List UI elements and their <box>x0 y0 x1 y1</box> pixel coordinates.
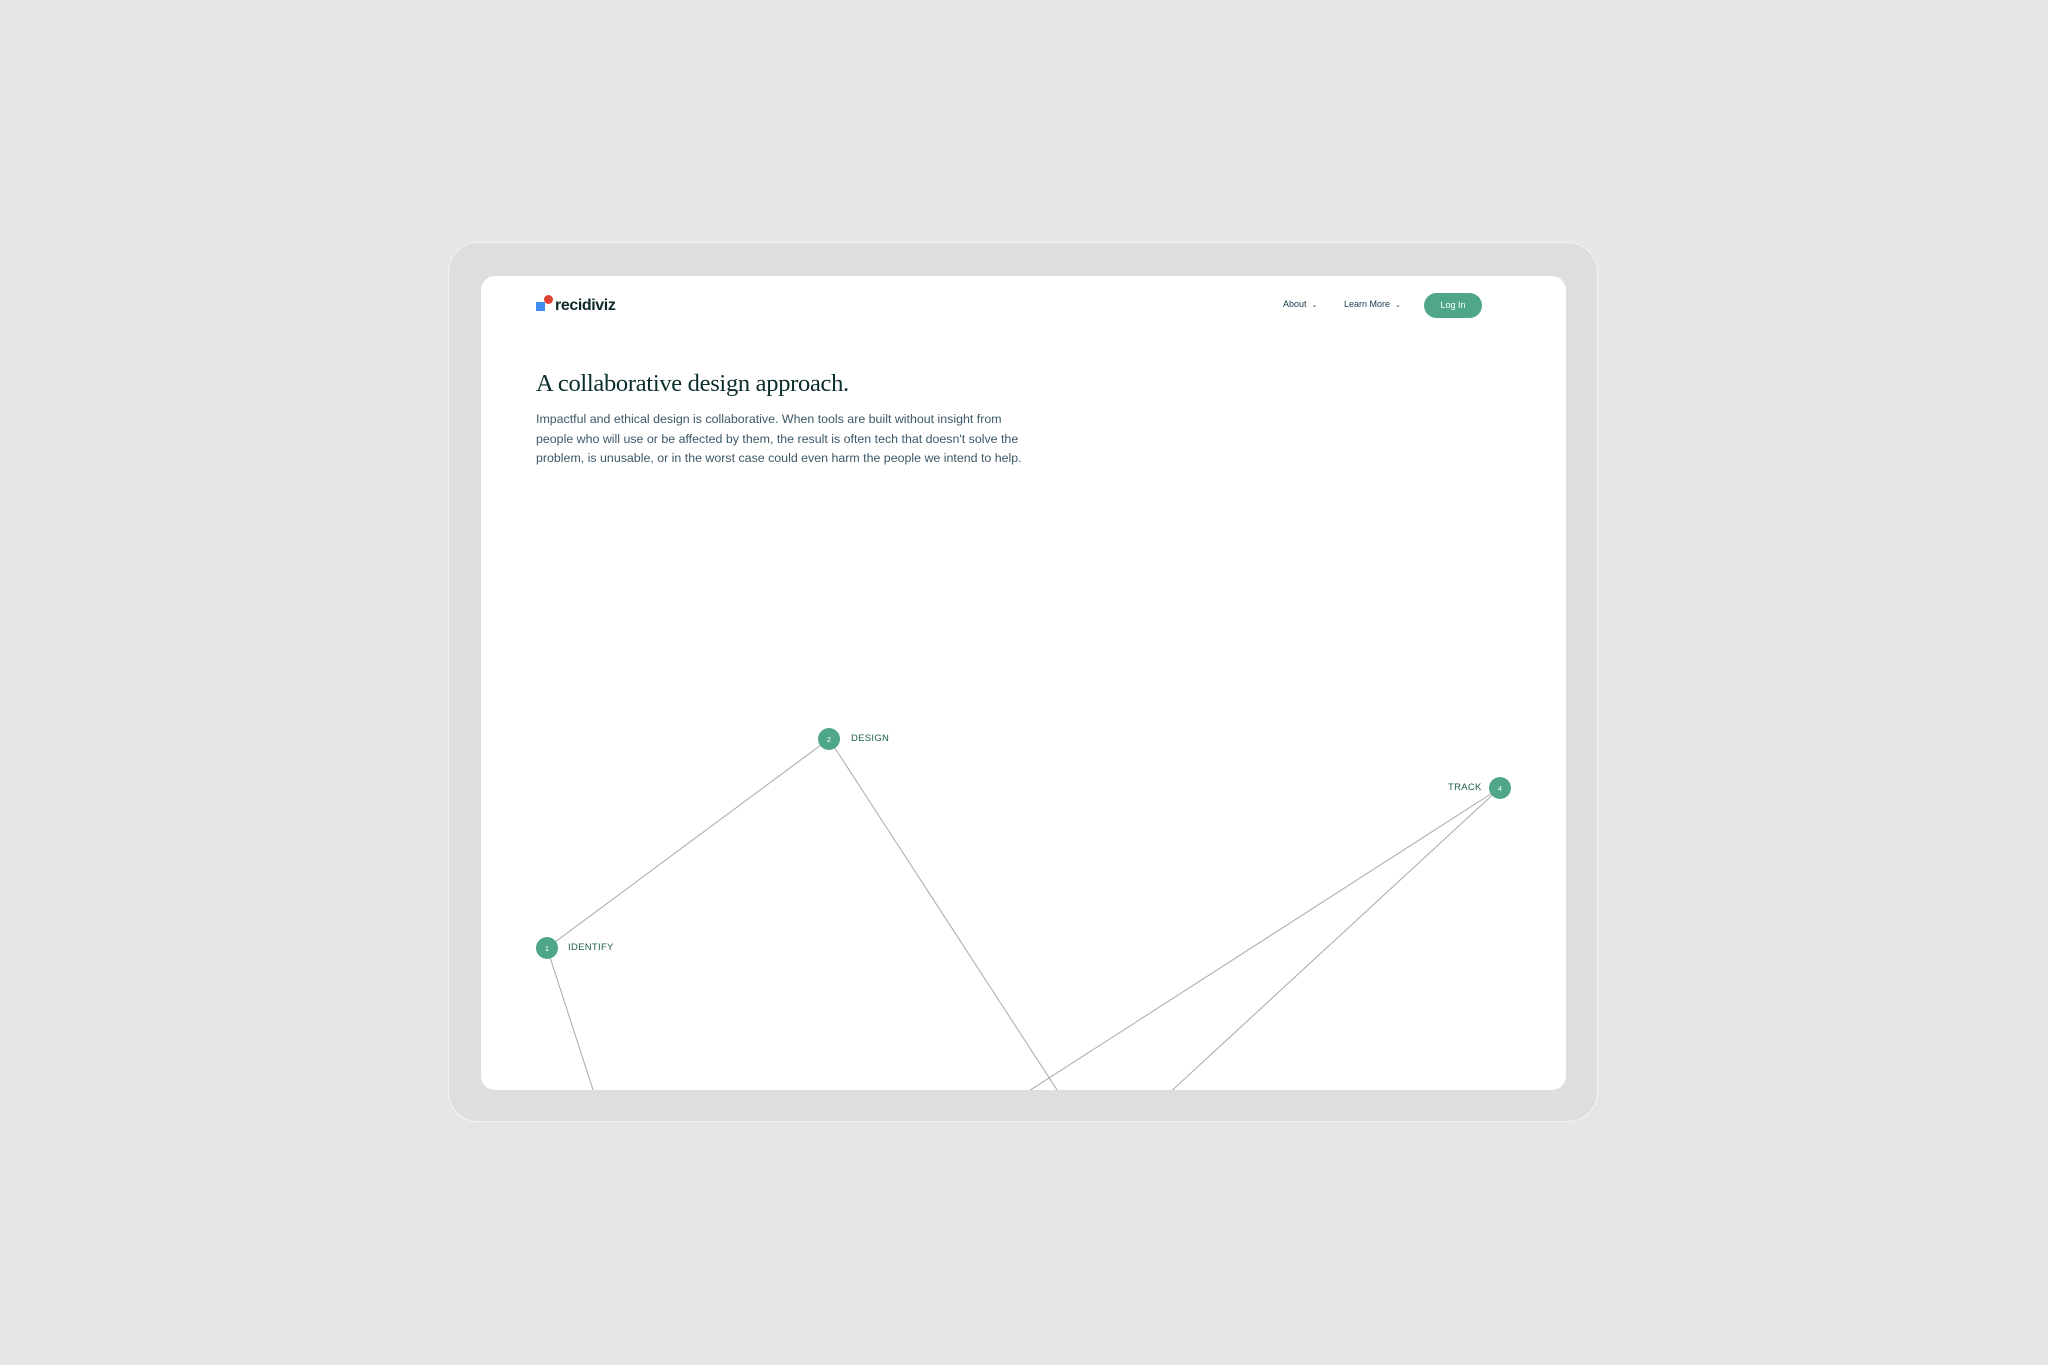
connector-track-offscreen-a <box>1029 787 1501 1090</box>
step-node-track[interactable]: 4 <box>1489 777 1511 799</box>
connector-design-offscreen <box>828 738 1058 1090</box>
step-number: 4 <box>1498 784 1502 793</box>
step-label-identify[interactable]: IDENTIFY <box>568 942 614 953</box>
connector-track-offscreen-b <box>1171 787 1501 1090</box>
step-label-track[interactable]: TRACK <box>1448 782 1482 793</box>
connector-identify-offscreen <box>546 947 594 1090</box>
process-diagram: 1 2 4 <box>536 728 1511 1090</box>
connector-lines <box>546 738 1501 1090</box>
browser-viewport: recidiviz About ⌄ Learn More ⌄ Log In A co… <box>481 276 1566 1090</box>
step-number: 2 <box>827 735 831 744</box>
connector-identify-design <box>546 738 830 949</box>
step-number: 1 <box>545 944 549 953</box>
step-label-design[interactable]: DESIGN <box>851 733 889 744</box>
step-node-design[interactable]: 2 <box>818 728 840 750</box>
step-node-identify[interactable]: 1 <box>536 937 558 959</box>
